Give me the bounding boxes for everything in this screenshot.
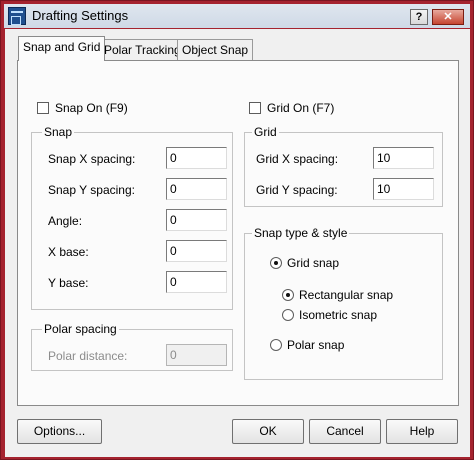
snap-type-style-group: Snap type & style Grid snap Rectangular …	[244, 226, 443, 380]
grid-group-title: Grid	[252, 125, 279, 139]
ok-button[interactable]: OK	[232, 419, 304, 444]
tab-object-snap[interactable]: Object Snap	[177, 39, 254, 60]
snap-and-grid-panel: Snap On (F9) Grid On (F7) Snap Snap X sp…	[17, 60, 459, 406]
tab-polar-tracking[interactable]: Polar Tracking	[99, 39, 186, 60]
y-base-input[interactable]	[166, 271, 227, 293]
x-base-input[interactable]	[166, 240, 227, 262]
grid-snap-radio[interactable]	[270, 257, 282, 269]
snap-on-checkbox[interactable]	[37, 102, 49, 114]
dialog-client-area: Snap and Grid Polar Tracking Object Snap…	[5, 29, 470, 457]
polar-spacing-title: Polar spacing	[42, 322, 119, 336]
grid-group: Grid Grid X spacing: Grid Y spacing:	[244, 125, 443, 207]
grid-x-spacing-label: Grid X spacing:	[256, 152, 339, 166]
drafting-settings-window: Drafting Settings ? ✕ Snap and Grid Pola…	[0, 0, 474, 460]
y-base-label: Y base:	[48, 276, 89, 290]
title-bar: Drafting Settings ? ✕	[4, 4, 470, 28]
grid-on-label: Grid On (F7)	[267, 101, 335, 115]
grid-snap-label: Grid snap	[287, 256, 340, 270]
grid-y-spacing-label: Grid Y spacing:	[256, 183, 338, 197]
close-icon[interactable]: ✕	[432, 9, 464, 25]
angle-input[interactable]	[166, 209, 227, 231]
snap-on-label: Snap On (F9)	[55, 101, 128, 115]
snap-y-spacing-input[interactable]	[166, 178, 227, 200]
tab-snap-and-grid[interactable]: Snap and Grid	[18, 36, 106, 61]
help-button[interactable]: Help	[386, 419, 458, 444]
snap-group: Snap Snap X spacing: Snap Y spacing: Ang…	[31, 125, 233, 310]
x-base-label: X base:	[48, 245, 89, 259]
snap-type-style-title: Snap type & style	[252, 226, 350, 240]
polar-spacing-group: Polar spacing Polar distance:	[31, 322, 233, 371]
polar-snap-label: Polar snap	[287, 338, 345, 352]
angle-label: Angle:	[48, 214, 83, 228]
polar-snap-radio[interactable]	[270, 339, 282, 351]
polar-distance-label: Polar distance:	[48, 349, 128, 363]
grid-x-spacing-input[interactable]	[373, 147, 434, 169]
options-button[interactable]: Options...	[17, 419, 102, 444]
app-icon	[8, 7, 26, 25]
snap-x-spacing-input[interactable]	[166, 147, 227, 169]
grid-y-spacing-input[interactable]	[373, 178, 434, 200]
cancel-button[interactable]: Cancel	[309, 419, 381, 444]
snap-x-spacing-label: Snap X spacing:	[48, 152, 136, 166]
polar-distance-input[interactable]	[166, 344, 227, 366]
rectangular-snap-radio[interactable]	[282, 289, 294, 301]
isometric-snap-label: Isometric snap	[299, 308, 378, 322]
window-title: Drafting Settings	[32, 8, 129, 23]
snap-group-title: Snap	[42, 125, 75, 139]
isometric-snap-radio[interactable]	[282, 309, 294, 321]
help-icon[interactable]: ?	[410, 9, 428, 25]
snap-y-spacing-label: Snap Y spacing:	[48, 183, 135, 197]
grid-on-checkbox[interactable]	[249, 102, 261, 114]
rectangular-snap-label: Rectangular snap	[299, 288, 394, 302]
